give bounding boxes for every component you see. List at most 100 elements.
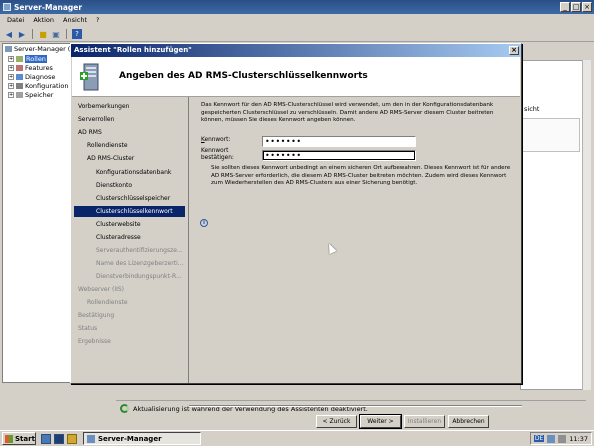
menu-bar: Datei Aktion Ansicht ? xyxy=(0,14,594,27)
view-link[interactable]: sicht xyxy=(524,105,539,113)
info-text: Sie sollten dieses Kennwort unbedingt an… xyxy=(211,165,511,187)
close-button[interactable]: × xyxy=(582,2,592,12)
wizard-step[interactable]: Clusteradresse xyxy=(74,232,185,243)
taskbar-item-server-manager[interactable]: Server-Manager xyxy=(83,432,201,445)
tree-root-label: Server-Manager (A xyxy=(14,45,75,53)
configuration-icon xyxy=(16,83,23,89)
wizard-step: Serverauthentifizierungsze... xyxy=(96,247,183,254)
expand-icon[interactable]: + xyxy=(8,92,14,98)
back-arrow-icon[interactable]: ◀ xyxy=(4,29,14,39)
wizard-step: Webserver (IIS) xyxy=(78,286,125,293)
taskbar-item-label: Server-Manager xyxy=(98,434,162,443)
dialog-titlebar: Assistent "Rollen hinzufügen" × xyxy=(71,44,521,57)
cancel-button[interactable]: Abbrechen xyxy=(448,415,489,428)
expand-icon[interactable]: + xyxy=(8,74,14,80)
wizard-step: Name des Lizenzgeberzerti... xyxy=(96,260,184,267)
desktop: Server-Manager _ □ × Datei Aktion Ansich… xyxy=(0,0,594,446)
maximize-button[interactable]: □ xyxy=(571,2,581,12)
toolbar-separator xyxy=(32,29,33,39)
wizard-step[interactable]: Clusterschlüsselspeicher xyxy=(74,193,185,204)
wizard-page-title: Angeben des AD RMS-Clusterschlüsselkennw… xyxy=(119,71,368,81)
tree-root[interactable]: Server-Manager (A xyxy=(5,45,75,53)
wizard-step[interactable]: Konfigurationsdatenbank xyxy=(74,167,185,178)
tree-item-features[interactable]: + Features xyxy=(8,64,53,72)
button-separator xyxy=(189,405,522,407)
wizard-step[interactable]: Serverrollen xyxy=(74,114,185,125)
password-label: Kennwort: xyxy=(201,137,231,143)
wizard-step[interactable]: AD RMS-Cluster xyxy=(74,153,185,164)
wizard-content: Das Kennwort für den AD RMS-Clusterschlü… xyxy=(188,97,522,429)
wizard-step: Bestätigung xyxy=(78,312,115,319)
server-manager-quicklaunch-icon[interactable] xyxy=(41,433,51,444)
description-text: Das Kennwort für den AD RMS-Clusterschlü… xyxy=(201,102,494,124)
tree-item-konfiguration[interactable]: + Konfiguration xyxy=(8,82,68,90)
taskbar: Start Server-Manager DE 11:37 xyxy=(0,430,594,446)
explorer-quicklaunch-icon[interactable] xyxy=(67,433,77,444)
wizard-step: Rollendienste xyxy=(87,299,128,306)
confirm-password-label-line2: bestätigen: xyxy=(201,155,234,161)
toolbar-separator xyxy=(66,29,67,39)
language-indicator[interactable]: DE xyxy=(533,435,545,442)
tree-item-label: Diagnose xyxy=(25,73,56,81)
wizard-step[interactable]: Rollendienste xyxy=(74,140,185,151)
expand-icon[interactable]: + xyxy=(8,56,14,62)
confirm-password-field[interactable]: ••••••• xyxy=(262,150,416,161)
server-roles-icon xyxy=(80,63,99,91)
forward-arrow-icon[interactable]: ▶ xyxy=(17,29,27,39)
menu-ansicht[interactable]: Ansicht xyxy=(59,14,92,27)
wizard-step: Dienstverbindungspunkt-R... xyxy=(96,273,182,280)
install-button[interactable]: Installieren xyxy=(404,415,445,428)
quick-launch xyxy=(41,433,77,444)
wizard-step[interactable]: Dienstkonto xyxy=(74,180,185,191)
actions-box xyxy=(520,118,580,152)
wizard-steps: Vorbemerkungen Serverrollen AD RMS Rollendi… xyxy=(74,97,187,383)
navigation-tree: Server-Manager (A + Rollen + Features + … xyxy=(2,43,75,383)
help-icon[interactable]: ? xyxy=(72,29,82,39)
wizard-step[interactable]: AD RMS xyxy=(74,127,185,138)
vertical-scrollbar[interactable] xyxy=(582,60,591,390)
wizard-step: Status xyxy=(78,325,98,332)
refresh-busy-icon xyxy=(120,404,129,413)
clock[interactable]: 11:37 xyxy=(569,435,588,443)
wizard-buttons: < Zurück Weiter > Installieren Abbrechen xyxy=(316,414,489,429)
powershell-quicklaunch-icon[interactable] xyxy=(54,433,64,444)
wizard-step[interactable]: Vorbemerkungen xyxy=(74,101,185,112)
server-icon xyxy=(5,46,12,52)
back-button[interactable]: < Zurück xyxy=(316,415,357,428)
show-tree-icon[interactable]: ▣ xyxy=(51,29,61,39)
folder-up-icon[interactable]: ■ xyxy=(38,29,48,39)
network-icon[interactable] xyxy=(547,434,556,443)
add-roles-wizard-dialog: Assistent "Rollen hinzufügen" × Angeben … xyxy=(70,43,522,429)
tree-item-rollen[interactable]: + Rollen xyxy=(8,55,47,63)
expand-icon[interactable]: + xyxy=(8,83,14,89)
roles-icon xyxy=(16,56,23,62)
wizard-step[interactable]: Clusterschlüsselkennwort xyxy=(74,206,185,217)
wizard-step: Ergebnisse xyxy=(78,338,111,345)
main-window-title: Server-Manager xyxy=(14,3,83,12)
menu-help[interactable]: ? xyxy=(92,14,104,27)
tree-item-label: Konfiguration xyxy=(25,82,69,90)
wizard-step[interactable]: Clusterwebsite xyxy=(74,219,185,230)
dialog-title: Assistent "Rollen hinzufügen" xyxy=(74,46,192,54)
password-field[interactable]: ••••••• xyxy=(262,136,416,147)
features-icon xyxy=(16,65,23,71)
diagnostics-icon xyxy=(16,74,23,80)
menu-aktion[interactable]: Aktion xyxy=(29,14,59,27)
next-button[interactable]: Weiter > xyxy=(359,414,402,429)
volume-icon[interactable] xyxy=(558,434,567,443)
start-button[interactable]: Start xyxy=(2,432,36,445)
tree-item-speicher[interactable]: + Speicher xyxy=(8,91,53,99)
windows-logo-icon xyxy=(5,434,13,443)
main-window-titlebar: Server-Manager _ □ × xyxy=(0,0,594,14)
info-icon: i xyxy=(200,219,208,227)
server-manager-icon xyxy=(3,3,11,11)
tree-item-label: Rollen xyxy=(25,55,47,63)
tree-item-diagnose[interactable]: + Diagnose xyxy=(8,73,55,81)
expand-icon[interactable]: + xyxy=(8,65,14,71)
wizard-header: Angeben des AD RMS-Clusterschlüsselkennw… xyxy=(72,57,520,97)
toolbar: ◀ ▶ ■ ▣ ? xyxy=(0,27,594,42)
menu-datei[interactable]: Datei xyxy=(3,14,29,27)
server-manager-icon xyxy=(87,434,95,443)
dialog-close-button[interactable]: × xyxy=(509,46,519,55)
minimize-button[interactable]: _ xyxy=(560,2,570,12)
